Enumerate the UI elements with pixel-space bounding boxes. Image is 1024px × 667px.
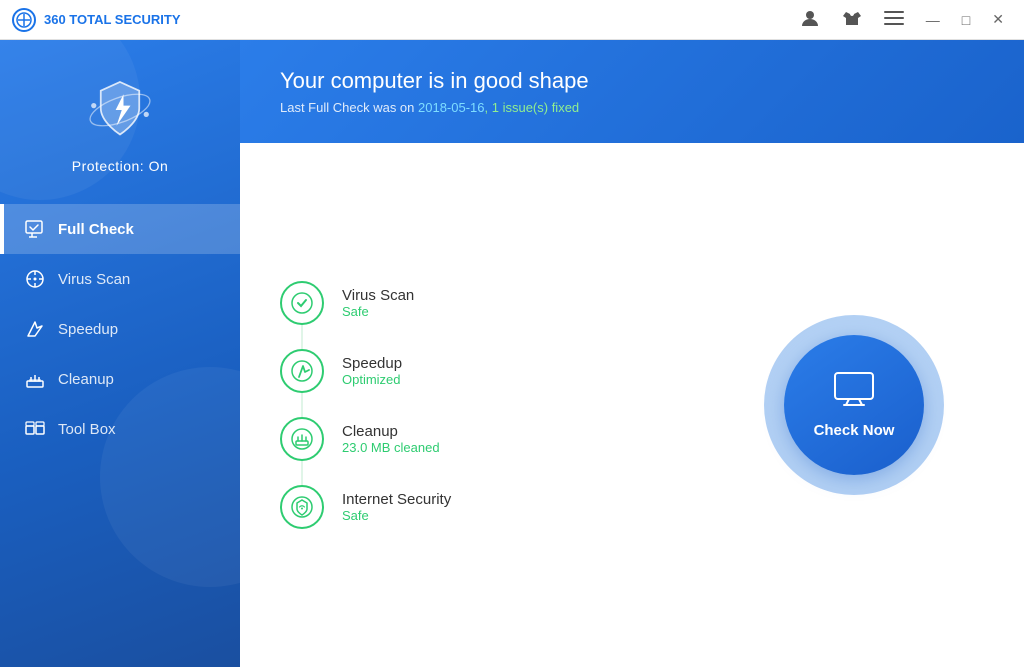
main-content: Virus Scan Safe Speedup Optimized <box>240 143 1024 667</box>
subtitle-prefix: Last Full Check was on <box>280 100 418 115</box>
nav-label-cleanup: Cleanup <box>58 371 114 388</box>
last-check-date: 2018-05-16 <box>418 100 485 115</box>
nav-label-full-check: Full Check <box>58 221 134 238</box>
header-banner: Your computer is in good shape Last Full… <box>240 40 1024 143</box>
internet-security-text: Internet Security Safe <box>342 491 451 523</box>
sidebar-logo: Protection: On <box>72 70 169 174</box>
check-now-button[interactable]: Check Now <box>784 335 924 475</box>
full-check-icon <box>24 218 46 240</box>
check-now-wrap: Check Now <box>764 315 944 495</box>
virus-scan-text: Virus Scan Safe <box>342 287 414 319</box>
internet-security-value: Safe <box>342 508 451 523</box>
virus-scan-circle <box>280 281 324 325</box>
status-item-speedup: Speedup Optimized <box>280 337 724 405</box>
toolbox-icon <box>24 418 46 440</box>
status-item-internet-security: Internet Security Safe <box>280 473 724 541</box>
titlebar: 360 TOTAL SECURITY — □ ✕ <box>0 0 1024 40</box>
monitor-icon <box>834 372 874 414</box>
maximize-button[interactable]: □ <box>954 8 978 32</box>
virus-scan-label: Virus Scan <box>342 287 414 304</box>
protection-status: Protection: On <box>72 158 169 174</box>
user-icon[interactable] <box>792 4 828 35</box>
speedup-text: Speedup Optimized <box>342 355 402 387</box>
nav-item-toolbox[interactable]: Tool Box <box>0 404 240 454</box>
nav-item-cleanup[interactable]: Cleanup <box>0 354 240 404</box>
nav-label-virus-scan: Virus Scan <box>58 271 130 288</box>
internet-security-circle <box>280 485 324 529</box>
virus-scan-value: Safe <box>342 304 414 319</box>
check-now-label: Check Now <box>814 422 895 439</box>
speedup-circle <box>280 349 324 393</box>
nav-item-full-check[interactable]: Full Check <box>0 204 240 254</box>
speedup-icon <box>24 318 46 340</box>
header-subtitle: Last Full Check was on 2018-05-16, 1 iss… <box>280 100 984 115</box>
main-layout: Protection: On Full Check <box>0 40 1024 667</box>
nav-label-toolbox: Tool Box <box>58 421 116 438</box>
sidebar: Protection: On Full Check <box>0 40 240 667</box>
subtitle-suffix: , 1 issue(s) fixed <box>485 100 580 115</box>
check-now-outer-ring: Check Now <box>764 315 944 495</box>
cleanup-circle <box>280 417 324 461</box>
cleanup-value: 23.0 MB cleaned <box>342 440 440 455</box>
app-logo: 360 TOTAL SECURITY <box>12 8 181 32</box>
cleanup-label: Cleanup <box>342 423 440 440</box>
app-title: 360 TOTAL SECURITY <box>44 12 181 27</box>
virus-scan-icon <box>24 268 46 290</box>
menu-icon[interactable] <box>876 7 912 32</box>
nav-item-speedup[interactable]: Speedup <box>0 304 240 354</box>
shirt-icon[interactable] <box>834 4 870 35</box>
logo-icon <box>12 8 36 32</box>
shield-icon <box>80 70 160 150</box>
cleanup-text: Cleanup 23.0 MB cleaned <box>342 423 440 455</box>
speedup-label: Speedup <box>342 355 402 372</box>
cleanup-icon <box>24 368 46 390</box>
close-button[interactable]: ✕ <box>984 7 1012 32</box>
nav-label-speedup: Speedup <box>58 321 118 338</box>
minimize-button[interactable]: — <box>918 8 948 32</box>
nav-item-virus-scan[interactable]: Virus Scan <box>0 254 240 304</box>
content-area: Your computer is in good shape Last Full… <box>240 40 1024 667</box>
status-item-cleanup: Cleanup 23.0 MB cleaned <box>280 405 724 473</box>
window-controls: — □ ✕ <box>792 4 1012 35</box>
status-list: Virus Scan Safe Speedup Optimized <box>280 269 724 541</box>
header-title: Your computer is in good shape <box>280 68 984 94</box>
status-item-virus-scan: Virus Scan Safe <box>280 269 724 337</box>
speedup-value: Optimized <box>342 372 402 387</box>
internet-security-label: Internet Security <box>342 491 451 508</box>
